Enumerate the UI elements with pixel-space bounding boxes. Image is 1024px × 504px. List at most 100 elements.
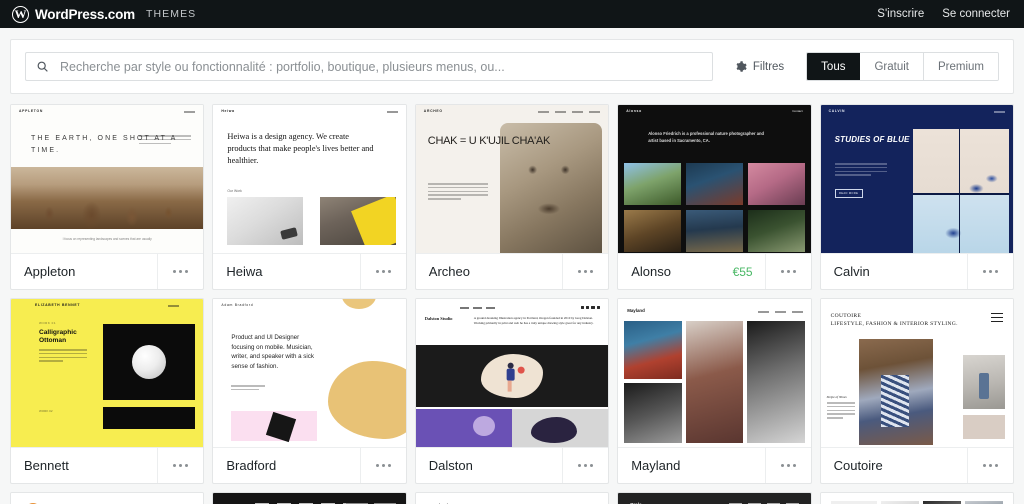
theme-preview[interactable]: ELIZABETH BENNET WORK 01 Calligraphic Ot… [11, 299, 204, 447]
theme-card-alonso[interactable]: Alonso Contact Alonso Friedrich is a pro… [617, 104, 812, 290]
ellipsis-menu-icon[interactable] [157, 448, 203, 483]
filters-label: Filtres [752, 60, 785, 73]
theme-card-calvin[interactable]: CALVIN STUDIES OF BLUE READ MORE Calvin [819, 104, 1014, 290]
search-placeholder: Recherche par style ou fonctionnalité : … [60, 59, 505, 74]
card-footer: Mayland [618, 447, 811, 483]
tab-tous[interactable]: Tous [807, 53, 861, 80]
signup-link[interactable]: S'inscrire [877, 8, 924, 20]
theme-preview[interactable]: BLASK [820, 493, 1013, 504]
theme-card-bennett[interactable]: ELIZABETH BENNET WORK 01 Calligraphic Ot… [10, 298, 205, 484]
theme-preview[interactable] [213, 493, 406, 504]
theme-preview[interactable]: ARCHEO CHAK = U K'UJIL CHA'AK [415, 105, 609, 253]
theme-card-bradford[interactable]: Adam Bradford Product and UI Designer fo… [212, 298, 407, 484]
card-footer: Coutoire [820, 447, 1013, 483]
theme-card-archeo[interactable]: ARCHEO CHAK = U K'UJIL CHA'AK Archeo [414, 104, 610, 290]
preview-hero-photo [858, 339, 933, 445]
preview-tagline: LIFESTYLE, FASHION & INTERIOR STYLING. [830, 320, 958, 327]
theme-preview[interactable]: Alonso Contact Alonso Friedrich is a pro… [618, 105, 811, 253]
tab-premium[interactable]: Premium [923, 53, 998, 80]
card-footer: Dalston [415, 447, 609, 483]
theme-card-coutoire[interactable]: COUTOIRE LIFESTYLE, FASHION & INTERIOR S… [819, 298, 1014, 484]
ellipsis-menu-icon[interactable] [562, 254, 608, 289]
masthead: W WordPress.com THEMES S'inscrire Se con… [0, 0, 1024, 28]
theme-grid: APPLETON THE EARTH, ONE SHOT AT A TIME. … [10, 104, 1014, 484]
theme-card-dark-a[interactable] [212, 492, 407, 504]
preview-logo: ELIZABETH BENNET [35, 302, 81, 307]
theme-name: Coutoire [833, 458, 883, 473]
preview-logo: Dalston Studio [424, 316, 453, 321]
theme-name: Bennett [24, 458, 69, 473]
preview-button: READ MORE [834, 189, 863, 198]
theme-grid-row-3: AltoFocus Rebalance Brela BLASK [10, 492, 1014, 504]
search-input[interactable]: Recherche par style ou fonctionnalité : … [25, 52, 713, 81]
preview-logo: Heiwa [221, 108, 235, 113]
preview-headline: STUDIES OF BLUE [834, 135, 910, 144]
preview-hero [415, 345, 609, 407]
brand[interactable]: W WordPress.com THEMES [12, 5, 197, 23]
card-footer: Bradford [213, 447, 406, 483]
theme-preview[interactable]: Mayland [618, 299, 811, 447]
preview-photo-a [962, 355, 1005, 409]
theme-price: €55 [732, 264, 753, 279]
ellipsis-menu-icon[interactable] [359, 448, 406, 483]
theme-preview[interactable]: Dalston Studio A ground-breaking Illustr… [415, 299, 609, 447]
ellipsis-menu-icon[interactable] [966, 254, 1013, 289]
ellipsis-menu-icon[interactable] [764, 448, 811, 483]
gear-icon [736, 60, 747, 72]
preview-blurb [834, 163, 887, 178]
preview-photo-grid [624, 321, 805, 447]
theme-preview[interactable]: Heiwa Heiwa is a design agency. We creat… [213, 105, 406, 253]
ellipsis-menu-icon[interactable] [764, 254, 811, 289]
theme-card-dalston[interactable]: Dalston Studio A ground-breaking Illustr… [414, 298, 610, 484]
preview-photo [11, 167, 204, 229]
filters-button[interactable]: Filtres [723, 52, 796, 81]
login-link[interactable]: Se connecter [942, 8, 1010, 20]
theme-preview[interactable]: CALVIN STUDIES OF BLUE READ MORE [820, 105, 1013, 253]
ellipsis-menu-icon[interactable] [562, 448, 608, 483]
theme-card-blask[interactable]: BLASK [819, 492, 1014, 504]
card-footer: Bennett [11, 447, 204, 483]
preview-shape-b [327, 361, 406, 439]
theme-name: Alonso [631, 264, 671, 279]
preview-caption: Stripe of Nines [826, 395, 855, 421]
theme-preview[interactable]: APPLETON THE EARTH, ONE SHOT AT A TIME. … [11, 105, 204, 253]
preview-illustration [503, 362, 525, 392]
preview-artwork [912, 129, 1009, 253]
theme-preview[interactable]: Adam Bradford Product and UI Designer fo… [213, 299, 406, 447]
theme-name: Bradford [226, 458, 277, 473]
theme-preview[interactable]: AltoFocus [11, 493, 204, 504]
ellipsis-menu-icon[interactable] [359, 254, 406, 289]
ellipsis-menu-icon[interactable] [966, 448, 1013, 483]
theme-card-rebalance[interactable]: Rebalance [414, 492, 610, 504]
card-footer: Appleton [11, 253, 204, 289]
brand-section: THEMES [145, 8, 197, 20]
preview-headline: Calligraphic Ottoman [39, 329, 77, 344]
preview-logo: Alonso [626, 108, 642, 113]
preview-block-b [103, 407, 196, 429]
preview-nav: Contact [792, 109, 803, 114]
theme-card-mayland[interactable]: Mayland Mayland [617, 298, 812, 484]
theme-card-altofocus[interactable]: AltoFocus [10, 492, 205, 504]
card-footer: Heiwa [213, 253, 406, 289]
preview-section: Our Work [227, 189, 242, 193]
theme-name: Calvin [833, 264, 870, 279]
preview-logo: ARCHEO [423, 108, 443, 113]
card-footer: Calvin [820, 253, 1013, 289]
ellipsis-menu-icon[interactable] [157, 254, 203, 289]
tab-gratuit[interactable]: Gratuit [860, 53, 924, 80]
theme-card-dark-b[interactable]: Brela [617, 492, 812, 504]
theme-name: Dalston [428, 458, 473, 473]
card-footer: Archeo [415, 253, 609, 289]
theme-card-appleton[interactable]: APPLETON THE EARTH, ONE SHOT AT A TIME. … [10, 104, 205, 290]
preview-image-a [227, 197, 304, 245]
preview-kicker-2: WORK 02 [39, 409, 53, 413]
preview-image-b [319, 197, 396, 245]
preview-blurb [39, 349, 87, 364]
preview-nav [459, 307, 495, 309]
masthead-links: S'inscrire Se connecter [877, 8, 1012, 20]
theme-preview[interactable]: Rebalance [415, 493, 609, 504]
theme-preview[interactable]: Brela [618, 493, 811, 504]
theme-card-heiwa[interactable]: Heiwa Heiwa is a design agency. We creat… [212, 104, 407, 290]
preview-photo-grid [624, 163, 805, 253]
theme-preview[interactable]: COUTOIRE LIFESTYLE, FASHION & INTERIOR S… [820, 299, 1013, 447]
